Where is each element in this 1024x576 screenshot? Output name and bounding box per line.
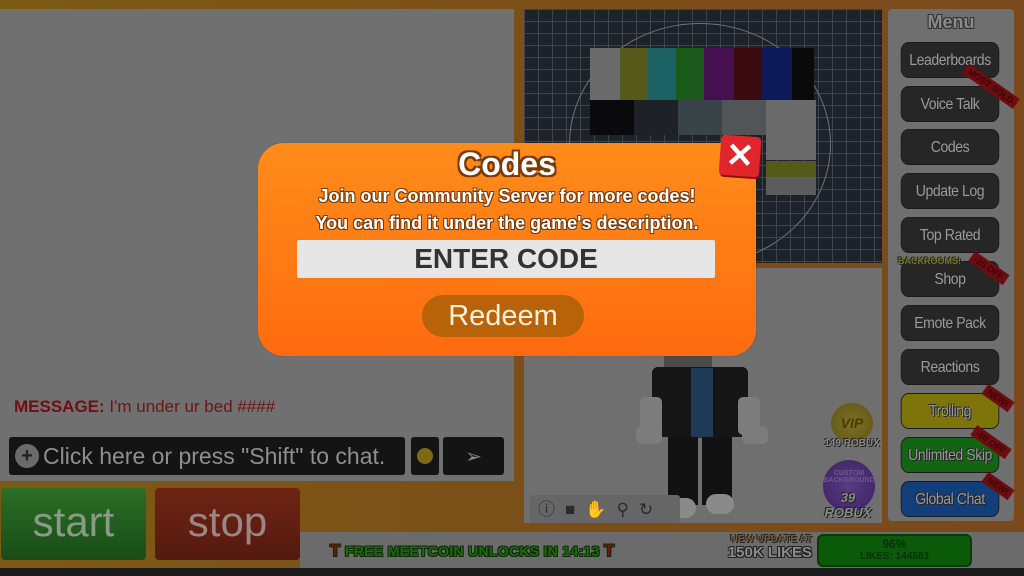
menu-item-trolling[interactable]: Trolling bbox=[900, 393, 1000, 429]
stop-button[interactable]: stop bbox=[155, 488, 300, 560]
avatar-left-hand bbox=[636, 426, 662, 444]
menu-item-reactions[interactable]: Reactions bbox=[900, 349, 1000, 385]
message-text: I'm under ur bed #### bbox=[104, 397, 276, 416]
redeem-button[interactable]: Redeem bbox=[422, 295, 584, 337]
chat-placeholder: Click here or press "Shift" to chat. bbox=[43, 442, 386, 469]
color-bar bbox=[704, 48, 734, 100]
bottom-strip bbox=[0, 568, 1024, 576]
menu-item-leaderboards[interactable]: Leaderboards bbox=[900, 42, 1000, 78]
likes-percent: 96% bbox=[882, 537, 907, 551]
close-icon: ✕ bbox=[724, 136, 756, 176]
likes-progress-bar: 96% LIKES: 144583 bbox=[817, 534, 972, 567]
camera-icon[interactable]: ■ bbox=[565, 501, 575, 518]
menu-item-global-chat[interactable]: Global Chat bbox=[900, 481, 1000, 517]
update-goal-line2: 150K LIKES bbox=[727, 544, 812, 561]
color-bar bbox=[766, 161, 816, 177]
vip-price: 149 ROBUX bbox=[824, 438, 880, 449]
update-goal: NEW UPDATE AT 150K LIKES bbox=[718, 535, 812, 561]
meetcoin-timer: T FREE MEETCOIN UNLOCKS IN 14:13 T bbox=[330, 541, 615, 561]
color-bar bbox=[734, 48, 762, 100]
menu-item-emote-pack[interactable]: Emote Pack bbox=[900, 305, 1000, 341]
smiley-icon bbox=[417, 448, 433, 464]
menu-item-voice-talk[interactable]: Voice Talk bbox=[900, 86, 1000, 122]
likes-count: LIKES: 144583 bbox=[860, 551, 929, 562]
plus-icon[interactable]: + bbox=[15, 444, 39, 468]
vip-label: VIP bbox=[840, 415, 864, 431]
color-bar bbox=[590, 48, 620, 100]
t-icon: T bbox=[603, 541, 615, 560]
color-bar bbox=[676, 48, 704, 100]
backrooms-tag: BACKROOMS! bbox=[898, 256, 961, 266]
custom-background-price: 39 ROBUX bbox=[824, 490, 872, 520]
meetcoin-label: FREE MEETCOIN UNLOCKS IN 14:13 bbox=[344, 543, 600, 559]
emoji-button[interactable] bbox=[411, 437, 439, 475]
color-bar bbox=[634, 100, 678, 135]
avatar-right-hand bbox=[742, 426, 768, 444]
message-label: MESSAGE: bbox=[14, 397, 105, 416]
code-input[interactable] bbox=[297, 240, 715, 278]
avatar-shirt bbox=[691, 368, 713, 438]
close-button[interactable]: ✕ bbox=[718, 134, 762, 178]
color-bar bbox=[766, 177, 816, 195]
zoom-icon[interactable]: ⚲ bbox=[616, 501, 628, 518]
paper-plane-icon: ➢ bbox=[465, 445, 482, 468]
avatar-right-foot bbox=[706, 494, 734, 514]
menu-item-top-rated[interactable]: Top Rated bbox=[900, 217, 1000, 253]
modal-title: Codes bbox=[458, 146, 556, 182]
color-bar bbox=[722, 100, 766, 135]
chat-input[interactable]: + Click here or press "Shift" to chat. bbox=[9, 437, 405, 475]
chat-message: MESSAGE: I'm under ur bed #### bbox=[14, 397, 275, 417]
color-bar bbox=[590, 100, 634, 135]
rotate-icon[interactable]: ↻ bbox=[639, 501, 653, 518]
hand-icon[interactable]: ✋ bbox=[585, 501, 606, 518]
menu-title: Menu bbox=[927, 12, 975, 32]
color-bar bbox=[620, 48, 648, 100]
start-button[interactable]: start bbox=[1, 488, 146, 560]
color-bar bbox=[678, 100, 722, 135]
menu-item-codes[interactable]: Codes bbox=[900, 129, 1000, 165]
color-bar bbox=[792, 48, 814, 100]
color-bar bbox=[762, 48, 792, 100]
avatar-toolbar: ⓘ ■ ✋ ⚲ ↻ bbox=[530, 495, 680, 523]
send-button[interactable]: ➢ bbox=[443, 437, 504, 475]
modal-description-line1: Join our Community Server for more codes… bbox=[318, 186, 696, 206]
color-bar bbox=[648, 48, 676, 100]
menu-item-update-log[interactable]: Update Log bbox=[900, 173, 1000, 209]
custom-background-label: CUSTOM BACKGROUND bbox=[823, 470, 875, 484]
t-icon: T bbox=[330, 541, 341, 560]
vip-badge[interactable]: VIP bbox=[831, 403, 873, 443]
info-icon[interactable]: ⓘ bbox=[538, 501, 555, 518]
color-bar bbox=[766, 100, 816, 160]
modal-description-line2: You can find it under the game's descrip… bbox=[315, 213, 699, 233]
